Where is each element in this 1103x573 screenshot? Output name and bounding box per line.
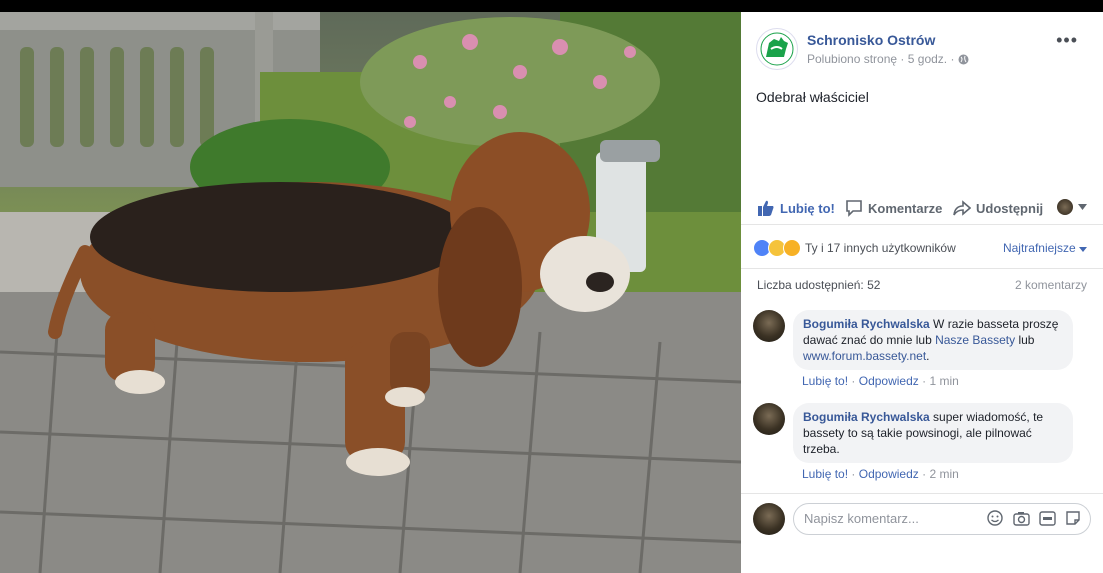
post-actions: Lubię to! Komentarze Udostępnij	[741, 192, 1103, 225]
comment-bubble: Bogumiła Rychwalska W razie basseta pros…	[793, 310, 1073, 370]
composer-tools	[986, 509, 1082, 527]
photo-viewer[interactable]	[0, 0, 741, 573]
comment-composer: Napisz komentarz...	[741, 493, 1103, 542]
comment-reply-link[interactable]: Odpowiedz	[859, 467, 919, 481]
comment-item: Bogumiła Rychwalska super wiadomość, te …	[753, 403, 1093, 485]
wow-reaction-icon	[783, 239, 801, 257]
commenter-name[interactable]: Bogumiła Rychwalska	[803, 317, 930, 331]
meta-separator: ·	[900, 52, 905, 66]
comment-button[interactable]: Komentarze	[845, 199, 942, 217]
comment-count: 2 komentarzy	[1014, 278, 1087, 292]
current-user-avatar	[753, 503, 785, 535]
basset-hound-photo	[0, 12, 741, 573]
emoji-icon[interactable]	[986, 509, 1004, 527]
commenter-avatar[interactable]	[753, 310, 785, 342]
comment-time[interactable]: 1 min	[929, 374, 958, 388]
commenter-name[interactable]: Bogumiła Rychwalska	[803, 410, 930, 424]
post-time-link[interactable]: 5 godz.	[908, 52, 947, 66]
commenter-avatar[interactable]	[753, 403, 785, 435]
comment-actions: Lubię to! · Odpowiedz · 2 min	[802, 467, 959, 481]
comment-label: Komentarze	[868, 200, 943, 216]
comment-like-link[interactable]: Lubię to!	[802, 374, 848, 388]
chevron-down-icon	[1079, 247, 1087, 252]
post-counts: Liczba udostępnień: 52 2 komentarzy	[741, 270, 1103, 298]
sticker-icon[interactable]	[1064, 509, 1082, 527]
thumbs-up-icon	[758, 200, 774, 216]
page-name-link[interactable]: Schronisko Ostrów	[807, 32, 935, 48]
comment-actions: Lubię to! · Odpowiedz · 1 min	[802, 374, 959, 388]
more-options-button[interactable]: •••	[1056, 30, 1078, 51]
post-as-selector[interactable]	[1057, 199, 1087, 215]
meta-separator-2: ·	[950, 52, 955, 66]
comment-sort-dropdown[interactable]: Najtrafniejsze	[1003, 241, 1087, 255]
globe-icon	[958, 54, 969, 68]
gif-icon[interactable]	[1038, 509, 1056, 527]
post-text: Odebrał właściciel	[756, 89, 869, 105]
like-label: Lubię to!	[780, 200, 835, 216]
comment-link-forum[interactable]: www.forum.bassety.net	[803, 349, 926, 363]
comment-placeholder: Napisz komentarz...	[804, 511, 919, 526]
comment-input[interactable]: Napisz komentarz...	[793, 503, 1091, 535]
like-button[interactable]: Lubię to!	[757, 199, 835, 217]
share-label: Udostępnij	[976, 200, 1044, 216]
shelter-logo-icon	[760, 32, 794, 66]
comment-text-mid: lub	[1015, 333, 1035, 347]
user-avatar-small	[1057, 199, 1073, 215]
comment-text-end: .	[926, 349, 930, 363]
post-meta: Polubiono stronę · 5 godz. ·	[807, 52, 969, 68]
post-panel: Schronisko Ostrów Polubiono stronę · 5 g…	[741, 12, 1103, 573]
share-button[interactable]: Udostępnij	[953, 199, 1043, 217]
camera-icon[interactable]	[1012, 509, 1030, 527]
post-photo	[0, 12, 741, 573]
comment-time[interactable]: 2 min	[929, 467, 958, 481]
reaction-icons[interactable]	[753, 239, 801, 257]
liked-status: Polubiono stronę	[807, 52, 898, 66]
comment-bubble: Bogumiła Rychwalska super wiadomość, te …	[793, 403, 1073, 463]
post-header: Schronisko Ostrów Polubiono stronę · 5 g…	[756, 28, 1086, 72]
page-avatar[interactable]	[756, 28, 798, 70]
comment-link-nasze-bassety[interactable]: Nasze Bassety	[935, 333, 1015, 347]
share-count[interactable]: Liczba udostępnień: 52	[757, 278, 880, 292]
chevron-down-icon	[1078, 204, 1087, 210]
comment-reply-link[interactable]: Odpowiedz	[859, 374, 919, 388]
share-icon	[953, 200, 971, 216]
reactions-bar: Ty i 17 innych użytkowników Najtrafniejs…	[741, 234, 1103, 269]
sort-label: Najtrafniejsze	[1002, 241, 1076, 255]
comment-like-link[interactable]: Lubię to!	[802, 467, 848, 481]
comment-item: Bogumiła Rychwalska W razie basseta pros…	[753, 310, 1093, 392]
reactions-summary[interactable]: Ty i 17 innych użytkowników	[805, 241, 956, 255]
comment-icon	[846, 200, 862, 217]
